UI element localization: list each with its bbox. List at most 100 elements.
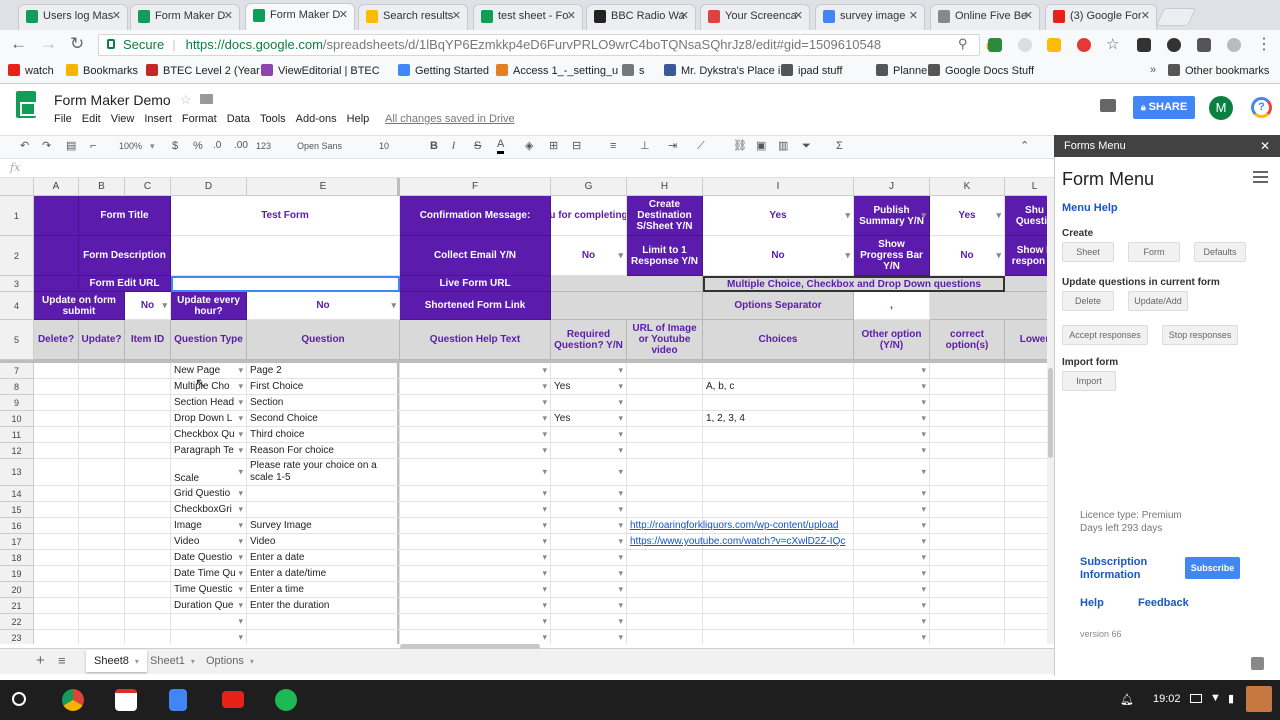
table-cell[interactable] [1005,518,1047,534]
table-cell[interactable] [930,630,1005,644]
question-cell[interactable]: Third choice [247,427,400,443]
cell[interactable] [930,292,1047,320]
row-header[interactable]: 3 [0,276,34,292]
row-header[interactable]: 9 [0,395,34,411]
table-cell[interactable] [930,486,1005,502]
table-cell[interactable] [34,630,79,644]
star-doc-icon[interactable]: ☆ [180,92,192,108]
extension-icon[interactable] [1167,38,1181,52]
required-cell[interactable] [551,566,627,582]
table-cell[interactable] [79,379,125,395]
live-form-url-value[interactable] [551,276,703,292]
question-cell[interactable]: Please rate your choice on a scale 1-5 [247,459,400,486]
question-type-cell[interactable]: Time Questic [171,582,247,598]
table-cell[interactable] [125,566,171,582]
table-cell[interactable] [125,443,171,459]
select-all-corner[interactable] [0,178,34,196]
progress-bar-select[interactable]: No [930,236,1005,276]
scrollbar-thumb[interactable] [1048,368,1053,458]
chrome-icon[interactable] [62,689,84,711]
table-cell[interactable] [930,459,1005,486]
sheet-menu-icon[interactable]: ▾ [191,657,195,666]
menu-help[interactable]: Help [347,113,370,125]
table-cell[interactable] [79,534,125,550]
table-cell[interactable] [1005,502,1047,518]
drive-extension-icon[interactable] [1047,38,1061,52]
sheet-tab[interactable]: Options ▾ [198,650,262,672]
question-type-cell[interactable]: Date Questio [171,550,247,566]
table-cell[interactable] [930,582,1005,598]
question-cell[interactable]: Section [247,395,400,411]
table-cell[interactable] [930,614,1005,630]
question-cell[interactable]: Reason For choice [247,443,400,459]
required-cell[interactable] [551,598,627,614]
media-url-cell[interactable] [627,630,703,644]
confirmation-value[interactable]: u for completing [551,196,627,236]
column-header[interactable]: K [930,178,1005,196]
menu-tools[interactable]: Tools [260,113,286,125]
help-text-cell[interactable] [400,411,551,427]
table-cell[interactable] [34,459,79,486]
question-type-cell[interactable] [171,630,247,644]
table-cell[interactable] [125,630,171,644]
horizontal-scrollbar[interactable] [400,644,540,649]
table-cell[interactable] [125,459,171,486]
column-header[interactable]: L [1005,178,1047,196]
column-header[interactable]: E [247,178,400,196]
bookmark-item[interactable]: BTEC Level 2 (Year 1 [146,64,269,77]
filter-icon[interactable]: ⏷ [802,138,811,154]
question-cell[interactable]: Second Choice [247,411,400,427]
column-header[interactable]: B [79,178,125,196]
table-cell[interactable] [79,411,125,427]
sheet-tab[interactable]: Sheet8 ▾ [86,650,147,672]
menu-help-link[interactable]: Menu Help [1062,202,1118,214]
more-bookmarks-icon[interactable]: » [1150,64,1156,76]
other-option-cell[interactable] [854,534,930,550]
browser-tab[interactable]: (3) Google For ✕ [1045,4,1157,30]
update-on-submit-select[interactable]: No [125,292,171,320]
table-cell[interactable] [930,363,1005,379]
table-cell[interactable] [34,550,79,566]
increase-decimal-button[interactable]: .00 [234,138,248,154]
browser-tab[interactable]: BBC Radio Wa ✕ [586,4,696,30]
media-url-cell[interactable] [627,614,703,630]
form-description-value[interactable] [171,236,400,276]
table-cell[interactable] [34,598,79,614]
gmail-icon[interactable] [115,689,137,711]
question-cell[interactable]: First Choice [247,379,400,395]
table-cell[interactable] [79,443,125,459]
table-cell[interactable] [79,550,125,566]
help-text-cell[interactable] [400,582,551,598]
battery-icon[interactable]: ▮ [1228,692,1234,705]
table-cell[interactable] [34,443,79,459]
decrease-decimal-button[interactable]: .0 [213,138,221,154]
cell[interactable] [34,276,79,292]
explore-icon[interactable] [1251,657,1264,670]
choices-cell[interactable] [703,502,854,518]
row-header[interactable]: 10 [0,411,34,427]
share-button[interactable]: 🔒︎ SHARE [1133,96,1195,119]
table-cell[interactable] [930,379,1005,395]
forward-icon[interactable]: → [40,34,57,54]
reload-icon[interactable]: ↻ [70,34,84,54]
collect-email-select[interactable]: No [551,236,627,276]
media-url-cell[interactable]: https://www.youtube.com/watch?v=cXwlD2Z-… [627,534,845,550]
required-cell[interactable] [551,459,627,486]
question-cell[interactable]: Enter the duration [247,598,400,614]
table-cell[interactable] [930,443,1005,459]
question-cell[interactable]: Page 2 [247,363,400,379]
column-header[interactable]: C [125,178,171,196]
required-cell[interactable] [551,443,627,459]
table-cell[interactable] [34,502,79,518]
cell[interactable] [34,196,79,236]
question-cell[interactable] [247,486,400,502]
media-url-cell[interactable] [627,443,703,459]
choices-cell[interactable] [703,486,854,502]
bookmark-item[interactable]: Getting Started [398,64,489,77]
table-cell[interactable] [79,566,125,582]
font-size-select[interactable]: 10 [379,138,389,154]
help-text-cell[interactable] [400,550,551,566]
borders-icon[interactable]: ⊞ [549,138,558,154]
browser-tab[interactable]: Your Screenca ✕ [700,4,810,30]
row-header[interactable]: 8 [0,379,34,395]
